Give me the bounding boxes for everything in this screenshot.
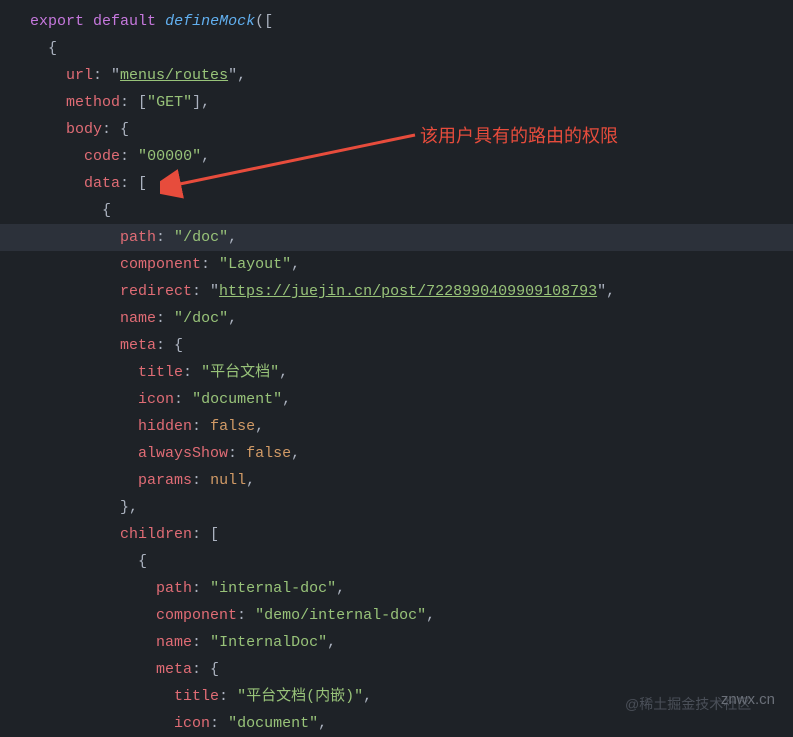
code-line: {: [30, 35, 793, 62]
code-editor[interactable]: export default defineMock([ { url: "menu…: [0, 0, 793, 737]
code-line: hidden: false,: [30, 413, 793, 440]
code-line: export default defineMock([: [30, 8, 793, 35]
code-line: icon: "document",: [30, 386, 793, 413]
watermark-site: znwx.cn: [721, 686, 775, 713]
code-line: params: null,: [30, 467, 793, 494]
code-line: redirect: "https://juejin.cn/post/722899…: [30, 278, 793, 305]
code-line: path: "internal-doc",: [30, 575, 793, 602]
annotation-text: 该用户具有的路由的权限: [420, 120, 618, 152]
gutter: [0, 8, 28, 737]
code-line: title: "平台文档",: [30, 359, 793, 386]
code-line: {: [30, 197, 793, 224]
code-line: alwaysShow: false,: [30, 440, 793, 467]
code-line: },: [30, 494, 793, 521]
code-line: {: [30, 548, 793, 575]
code-line: code: "00000",: [30, 143, 793, 170]
code-line-highlighted: path: "/doc",: [0, 224, 793, 251]
code-line: name: "InternalDoc",: [30, 629, 793, 656]
code-area[interactable]: export default defineMock([ { url: "menu…: [28, 8, 793, 737]
code-line: url: "menus/routes",: [30, 62, 793, 89]
code-line: component: "Layout",: [30, 251, 793, 278]
code-line: method: ["GET"],: [30, 89, 793, 116]
code-line: component: "demo/internal-doc",: [30, 602, 793, 629]
code-line: meta: {: [30, 656, 793, 683]
code-line: children: [: [30, 521, 793, 548]
code-line: body: {: [30, 116, 793, 143]
code-line: name: "/doc",: [30, 305, 793, 332]
code-line: data: [: [30, 170, 793, 197]
code-line: meta: {: [30, 332, 793, 359]
